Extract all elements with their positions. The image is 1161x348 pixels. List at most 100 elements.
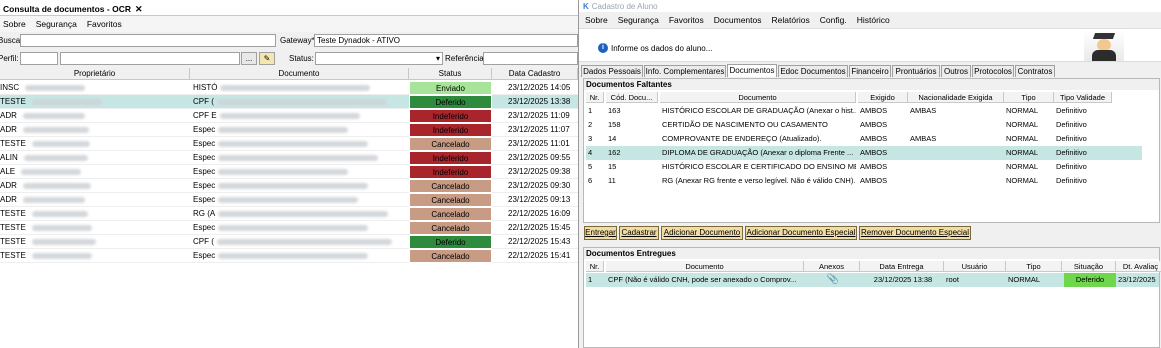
menu-seguranca[interactable]: Segurança: [618, 15, 659, 25]
document-text: Espec: [193, 251, 216, 260]
button-adicionar-documento-especial[interactable]: Adicionar Documento Especial: [745, 226, 857, 240]
table-row[interactable]: INSC HISTÓ Enviado 23/12/2025 14:05: [0, 81, 578, 95]
tab-protocolos[interactable]: Protocolos: [972, 65, 1014, 77]
table-row[interactable]: TESTE Espec Cancelado 22/12/2025 15:45: [0, 221, 578, 235]
missing-documents-title: Documentos Faltantes: [584, 79, 1159, 90]
menu-sobre[interactable]: Sobre: [585, 15, 608, 25]
table-row[interactable]: TESTE Espec Cancelado 22/12/2025 15:41: [0, 249, 578, 263]
delivered-col-3[interactable]: Data Entrega: [860, 261, 944, 272]
delivered-col-7[interactable]: Dt. Avaliaç: [1116, 261, 1161, 272]
table-row[interactable]: TESTE RG (A Cancelado 22/12/2025 16:09: [0, 207, 578, 221]
col-proprietario[interactable]: Proprietário: [0, 68, 190, 80]
menu-relatorios[interactable]: Relatórios: [772, 15, 810, 25]
table-row[interactable]: ADR Espec Indeferido 23/12/2025 11:07: [0, 123, 578, 137]
redacted-owner: [25, 84, 86, 91]
button-adicionar-documento[interactable]: Adicionar Documento: [661, 226, 743, 240]
date-cell: 22/12/2025 15:43: [508, 237, 571, 246]
paperclip-icon[interactable]: 📎: [806, 273, 860, 287]
tab-contratos[interactable]: Contratos: [1015, 65, 1055, 77]
table-row[interactable]: 2 158 CERTIDÃO DE NASCIMENTO OU CASAMENTO A…: [586, 118, 1142, 132]
missing-col-4[interactable]: Nacionalidade Exigida: [908, 92, 1004, 103]
tab-financeiro[interactable]: Financeiro: [849, 65, 891, 77]
col-documento[interactable]: Documento: [190, 68, 409, 80]
delivered-col-6[interactable]: Situação: [1062, 261, 1116, 272]
referencia-input[interactable]: [483, 52, 578, 65]
document-cell: CPF (: [193, 235, 408, 249]
missing-cell-doc: RG (Anexar RG frente e verso legível. Nã…: [662, 176, 856, 185]
menu-sobre[interactable]: Sobre: [3, 19, 26, 29]
status-badge: Deferido: [409, 95, 492, 109]
table-row[interactable]: TESTE Espec Cancelado 23/12/2025 11:01: [0, 137, 578, 151]
delivered-col-1[interactable]: Documento: [606, 261, 804, 272]
table-row[interactable]: 3 14 COMPROVANTE DE ENDEREÇO (Atualizado).…: [586, 132, 1142, 146]
tab-info-complementares[interactable]: Info. Complementares: [644, 65, 726, 77]
missing-col-2[interactable]: Documento: [660, 92, 856, 103]
owner-cell: TESTE: [0, 95, 190, 109]
perfil-name-input[interactable]: [60, 52, 240, 65]
tab-documentos[interactable]: Documentos: [727, 64, 777, 77]
menu-seguranca[interactable]: Segurança: [36, 19, 77, 29]
delivered-col-2[interactable]: Anexos: [804, 261, 860, 272]
busca-input[interactable]: [20, 34, 276, 47]
perfil-code-input[interactable]: [20, 52, 58, 65]
table-row[interactable]: TESTE CPF (Deferido 23/12/2025 13:38: [0, 95, 578, 109]
date-cell: 22/12/2025 16:09: [508, 209, 571, 218]
col-status[interactable]: Status: [409, 68, 492, 80]
tab-dados-pessoais[interactable]: Dados Pessoais: [581, 65, 643, 77]
table-row[interactable]: TESTE CPF (Deferido 22/12/2025 15:43: [0, 235, 578, 249]
table-row[interactable]: 6 11 RG (Anexar RG frente e verso legível.…: [586, 174, 1142, 188]
close-icon[interactable]: ✕: [135, 4, 143, 15]
table-row[interactable]: ADR CPF E Indeferido 23/12/2025 11:09: [0, 109, 578, 123]
document-text: HISTÓ: [193, 83, 218, 92]
missing-cell-nr: 2: [588, 120, 593, 129]
missing-cell-nr: 4: [588, 148, 593, 157]
missing-col-1[interactable]: Cód. Docu...: [606, 92, 658, 103]
owner-cell: TESTE: [0, 207, 190, 221]
info-text: Informe os dados do aluno...: [611, 44, 713, 53]
perfil-browse-button[interactable]: ...: [241, 52, 257, 65]
owner-cell: ADR: [0, 179, 190, 193]
button-entregar[interactable]: Entregar: [584, 226, 617, 240]
cadastro-aluno-window: K Cadastro de Aluno Sobre Segurança Favo…: [578, 0, 1161, 348]
document-cell: RG (A: [193, 207, 408, 221]
missing-col-0[interactable]: Nr.: [586, 92, 604, 103]
delivered-col-5[interactable]: Tipo: [1006, 261, 1062, 272]
col-data-cadastro[interactable]: Data Cadastro: [492, 68, 578, 80]
table-row[interactable]: 1 163 HISTÓRICO ESCOLAR DE GRADUAÇÃO (Anex…: [586, 104, 1142, 118]
date-cell: 23/12/2025 09:13: [508, 195, 571, 204]
table-row[interactable]: ALE Espec Indeferido 23/12/2025 09:38: [0, 165, 578, 179]
table-row[interactable]: ADR Espec Cancelado 23/12/2025 09:13: [0, 193, 578, 207]
menu-config[interactable]: Config.: [820, 15, 847, 25]
missing-cell-doc: HISTÓRICO ESCOLAR E CERTIFICADO DO ENSIN…: [662, 162, 856, 171]
delivered-col-4[interactable]: Usuário: [944, 261, 1006, 272]
tab-edoc-documentos[interactable]: Edoc Documentos: [778, 65, 848, 77]
status-select[interactable]: ▾: [315, 52, 443, 65]
redacted-document: [216, 238, 392, 245]
owner-text: TESTE: [0, 139, 26, 148]
table-row[interactable]: 5 15 HISTÓRICO ESCOLAR E CERTIFICADO DO EN…: [586, 160, 1142, 174]
menu-favoritos[interactable]: Favoritos: [87, 19, 122, 29]
date-cell: 23/12/2025 14:05: [508, 83, 571, 92]
status-badge: Cancelado: [409, 137, 492, 151]
redacted-document: [218, 140, 369, 147]
table-row[interactable]: 4 162 DIPLOMA DE GRADUAÇÃO (Anexar o diplo…: [586, 146, 1142, 160]
button-remover-documento-especial[interactable]: Remover Documento Especial: [859, 226, 971, 240]
menu-favoritos[interactable]: Favoritos: [669, 15, 704, 25]
menu-documentos[interactable]: Documentos: [714, 15, 762, 25]
delivered-col-0[interactable]: Nr.: [586, 261, 604, 272]
ocr-tab[interactable]: Consulta de documentos - OCR ✕: [0, 0, 147, 16]
tab-outros[interactable]: Outros: [941, 65, 971, 77]
document-cell: Espec: [193, 151, 408, 165]
tab-prontu-rios[interactable]: Prontuários: [892, 65, 940, 77]
button-cadastrar[interactable]: Cadastrar: [619, 226, 659, 240]
table-row[interactable]: ADR Espec Cancelado 23/12/2025 09:30: [0, 179, 578, 193]
missing-col-6[interactable]: Tipo Validade: [1054, 92, 1112, 103]
gateway-input[interactable]: Teste Dynadok - ATIVO: [314, 34, 578, 47]
table-row[interactable]: ALIN Espec Indeferido 23/12/2025 09:55: [0, 151, 578, 165]
missing-cell-val: Definitivo: [1056, 148, 1087, 157]
missing-col-3[interactable]: Exigido: [858, 92, 908, 103]
missing-col-5[interactable]: Tipo: [1004, 92, 1054, 103]
menu-historico[interactable]: Histórico: [857, 15, 890, 25]
pencil-icon[interactable]: ✎: [259, 52, 275, 65]
table-row[interactable]: 1 CPF (Não é válido CNH, pode ser anexado…: [586, 273, 1159, 287]
